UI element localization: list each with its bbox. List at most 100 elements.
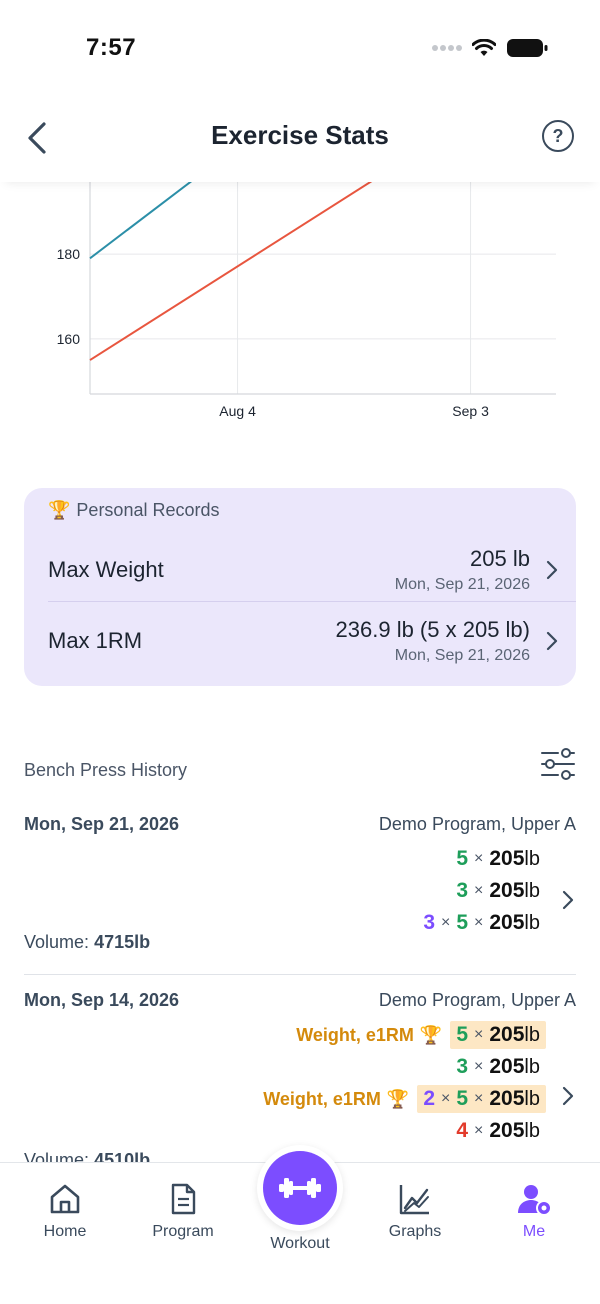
series-line <box>89 182 193 260</box>
personal-records-header: 🏆 Personal Records <box>48 500 220 521</box>
set-line: 5 × 205 lb <box>450 844 546 874</box>
set-unit: lb <box>524 1055 540 1078</box>
set-reps: 4 <box>456 1119 469 1142</box>
chevron-right-icon <box>562 1086 574 1106</box>
session-program: Demo Program, Upper A <box>378 814 576 834</box>
set-entry-highlight: 5 × 205 lb <box>450 1021 546 1049</box>
set-line: 3 × 205 lb <box>450 1052 546 1082</box>
set-line: 4 × 205 lb <box>450 1116 546 1146</box>
set-unit: lb <box>524 1023 540 1046</box>
set-weight: 205 <box>489 1087 525 1110</box>
times-symbol: × <box>474 882 484 899</box>
set-unit: lb <box>524 1119 540 1142</box>
app-header: Exercise Stats ? <box>0 96 600 182</box>
set-entry: 4 × 205 lb <box>450 1117 546 1145</box>
pr-tag: Weight, e1RM 🏆 <box>263 1089 409 1110</box>
document-icon <box>171 1183 196 1215</box>
status-icons <box>432 38 548 58</box>
pr-date: Mon, Sep 21, 2026 <box>394 576 530 593</box>
set-count: 3 <box>423 911 435 934</box>
set-reps: 5 <box>456 1023 469 1046</box>
history-title: Bench Press History <box>24 760 188 780</box>
set-entry: 3 × 205 lb <box>450 1053 546 1081</box>
battery-icon <box>507 39 548 57</box>
set-reps: 3 <box>456 1055 469 1078</box>
pr-label: Max Weight <box>48 557 164 582</box>
history-session[interactable]: Mon, Sep 21, 2026 Demo Program, Upper A … <box>24 810 576 970</box>
tab-label: Me <box>522 1223 546 1240</box>
divider <box>24 974 576 975</box>
personal-records-card: 🏆 Personal Records Max Weight 205 lb Mon… <box>24 488 576 686</box>
times-symbol: × <box>474 914 484 931</box>
set-weight: 205 <box>489 911 525 934</box>
tab-workout[interactable] <box>257 1145 343 1231</box>
status-time: 7:57 <box>86 34 137 61</box>
set-line: 3 × 205 lb <box>450 876 546 906</box>
tab-program[interactable]: Program <box>133 1181 233 1241</box>
set-entry: 3 × 5 × 205 lb <box>417 909 546 937</box>
trophy-icon: 🏆 <box>48 500 71 520</box>
pr-value-group: 205 lb Mon, Sep 21, 2026 <box>395 546 530 594</box>
set-line: 3 × 5 × 205 lb <box>417 908 546 938</box>
y-tick-label: 180 <box>57 246 81 262</box>
x-tick-label: Sep 3 <box>452 403 489 419</box>
set-unit: lb <box>524 1087 540 1110</box>
max-weight-row[interactable]: Max Weight 205 lb Mon, Sep 21, 2026 <box>48 538 558 602</box>
profile-icon <box>518 1185 552 1216</box>
page-title: Exercise Stats <box>211 120 389 150</box>
set-entry: 3 × 205 lb <box>450 877 546 905</box>
times-symbol: × <box>441 914 451 931</box>
tab-me[interactable]: Me <box>484 1181 584 1241</box>
set-reps: 5 <box>456 847 469 870</box>
tab-home[interactable]: Home <box>15 1181 115 1241</box>
tab-graphs[interactable]: Graphs <box>365 1181 465 1241</box>
set-entry-highlight: 2 × 5 × 205 lb <box>417 1085 546 1113</box>
line-chart: 160 180 Aug 4 Sep 3 <box>57 182 556 419</box>
pr-date: Mon, Sep 21, 2026 <box>394 647 530 664</box>
workout-fab <box>263 1151 337 1225</box>
volume-value: 4715lb <box>94 932 151 952</box>
personal-records-title: Personal Records <box>76 500 220 520</box>
question-icon: ? <box>552 125 564 146</box>
set-line: Weight, e1RM 🏆 2 × 5 × 205 lb <box>263 1084 546 1114</box>
session-sets: 5 × 205 lb 3 × 205 lb 3 × 5 × 205 lb <box>417 844 546 938</box>
pr-value-group: 236.9 lb (5 x 205 lb) Mon, Sep 21, 2026 <box>336 617 530 665</box>
set-count: 2 <box>423 1087 435 1110</box>
home-icon <box>50 1184 80 1214</box>
help-button[interactable]: ? <box>542 120 574 152</box>
times-symbol: × <box>474 1090 484 1107</box>
pr-value: 205 lb <box>470 546 530 571</box>
pr-value: 236.9 lb (5 x 205 lb) <box>335 617 530 642</box>
set-weight: 205 <box>489 847 525 870</box>
wifi-icon <box>472 39 496 56</box>
trophy-icon: 🏆 <box>419 1024 443 1045</box>
set-weight: 205 <box>489 1119 525 1142</box>
signal-icon <box>432 45 462 51</box>
graph-icon <box>399 1185 429 1215</box>
sliders-icon <box>541 748 575 780</box>
times-symbol: × <box>441 1090 451 1107</box>
x-tick-label: Aug 4 <box>219 403 256 419</box>
session-date: Mon, Sep 14, 2026 <box>24 990 180 1010</box>
session-volume: Volume: 4715lb <box>24 932 150 953</box>
filter-button[interactable] <box>540 746 576 782</box>
times-symbol: × <box>474 1122 484 1139</box>
pr-tag-label: Weight, e1RM <box>263 1088 381 1109</box>
chevron-right-icon <box>546 631 558 651</box>
set-unit: lb <box>524 879 540 902</box>
session-sets: Weight, e1RM 🏆 5 × 205 lb 3 × 205 lb Weigh… <box>263 1020 546 1146</box>
times-symbol: × <box>474 1026 484 1043</box>
pr-tag-label: Weight, e1RM <box>296 1024 414 1045</box>
divider <box>48 601 576 602</box>
tab-label: Graphs <box>388 1223 442 1240</box>
history-header: Bench Press History <box>24 746 576 786</box>
set-reps: 5 <box>456 911 469 934</box>
max-1rm-row[interactable]: Max 1RM 236.9 lb (5 x 205 lb) Mon, Sep 2… <box>48 608 558 674</box>
session-program: Demo Program, Upper A <box>378 990 576 1010</box>
pr-tag: Weight, e1RM 🏆 <box>296 1025 442 1046</box>
set-weight: 205 <box>489 879 525 902</box>
pr-label: Max 1RM <box>48 628 143 653</box>
progress-chart: 160 180 Aug 4 Sep 3 <box>0 182 600 442</box>
set-unit: lb <box>524 911 540 934</box>
chevron-right-icon <box>546 560 558 580</box>
